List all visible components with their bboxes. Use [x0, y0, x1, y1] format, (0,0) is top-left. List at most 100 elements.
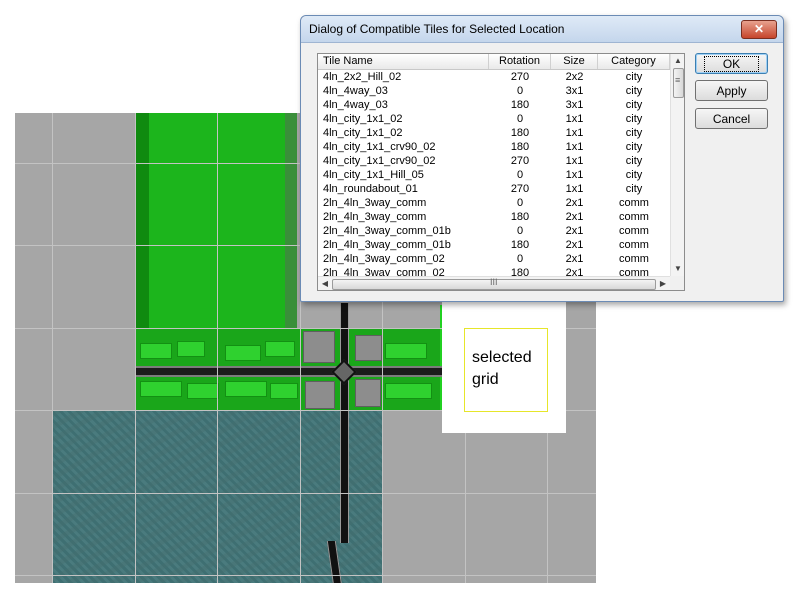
scroll-right-icon[interactable]: ▶ — [656, 277, 670, 290]
cell-size: 2x1 — [565, 211, 584, 223]
cell-rotation: 180 — [510, 141, 530, 153]
column-header-tile-name[interactable]: Tile Name — [318, 54, 489, 69]
table-row[interactable]: 4ln_2x2_Hill_02 270 2x2 city — [318, 70, 670, 84]
table-row[interactable]: 2ln_4ln_3way_comm_02 180 2x1 comm — [318, 266, 670, 276]
cell-rotation: 0 — [516, 225, 524, 237]
scroll-up-icon[interactable]: ▲ — [671, 54, 684, 68]
building — [225, 345, 261, 361]
cell-category: city — [625, 99, 643, 111]
dialog-title: Dialog of Compatible Tiles for Selected … — [309, 22, 565, 36]
vertical-scroll-thumb[interactable] — [673, 68, 684, 98]
building — [385, 343, 427, 359]
table-row[interactable]: 4ln_4way_03 180 3x1 city — [318, 98, 670, 112]
grid-line — [217, 113, 218, 583]
cancel-button[interactable]: Cancel — [695, 108, 768, 129]
cell-tile-name: 2ln_4ln_3way_comm — [323, 211, 427, 223]
building — [177, 341, 205, 357]
selected-grid-label: selected grid — [472, 349, 532, 388]
vertical-scrollbar[interactable]: ▲ ▼ — [670, 54, 684, 276]
cell-size: 3x1 — [565, 85, 584, 97]
gray-building — [355, 335, 382, 361]
cell-category: city — [625, 127, 643, 139]
grass-area-north — [135, 113, 297, 328]
cell-tile-name: 4ln_2x2_Hill_02 — [323, 71, 402, 83]
cell-category: comm — [619, 225, 649, 237]
gray-building — [355, 379, 381, 407]
cell-tile-name: 4ln_city_1x1_crv90_02 — [323, 155, 436, 167]
ok-button[interactable]: OK — [695, 53, 768, 74]
gray-building — [305, 381, 335, 409]
cell-rotation: 270 — [510, 71, 530, 83]
cell-rotation: 0 — [516, 197, 524, 209]
table-row[interactable]: 2ln_4ln_3way_comm_01b 0 2x1 comm — [318, 224, 670, 238]
cell-rotation: 270 — [510, 155, 530, 167]
building — [187, 383, 219, 399]
cell-category: city — [625, 113, 643, 125]
cell-tile-name: 2ln_4ln_3way_comm_02 — [323, 253, 445, 265]
cell-category: city — [625, 169, 643, 181]
table-row[interactable]: 2ln_4ln_3way_comm 180 2x1 comm — [318, 210, 670, 224]
cell-rotation: 180 — [510, 267, 530, 276]
table-row[interactable]: 2ln_4ln_3way_comm 0 2x1 comm — [318, 196, 670, 210]
grid-line — [15, 575, 596, 576]
cell-category: city — [625, 141, 643, 153]
horizontal-scrollbar[interactable]: ◀ III ▶ — [318, 276, 670, 290]
cell-category: comm — [619, 197, 649, 209]
scroll-grip-icon: III — [490, 277, 498, 287]
cell-tile-name: 4ln_city_1x1_02 — [323, 113, 403, 125]
cell-tile-name: 4ln_4way_03 — [323, 85, 388, 97]
cell-tile-name: 4ln_4way_03 — [323, 99, 388, 111]
cell-tile-name: 2ln_4ln_3way_comm — [323, 197, 427, 209]
cell-size: 2x1 — [565, 239, 584, 251]
ok-button-label: OK — [703, 56, 760, 72]
cell-rotation: 0 — [516, 113, 524, 125]
cell-tile-name: 4ln_city_1x1_Hill_05 — [323, 169, 424, 181]
scroll-down-icon[interactable]: ▼ — [671, 262, 684, 276]
cell-rotation: 0 — [516, 253, 524, 265]
cell-size: 1x1 — [565, 155, 584, 167]
compatible-tiles-dialog: Dialog of Compatible Tiles for Selected … — [300, 15, 784, 302]
dialog-titlebar[interactable]: Dialog of Compatible Tiles for Selected … — [301, 16, 783, 43]
table-row[interactable]: 2ln_4ln_3way_comm_02 0 2x1 comm — [318, 252, 670, 266]
building — [225, 381, 267, 397]
cell-category: comm — [619, 253, 649, 265]
table-row[interactable]: 4ln_city_1x1_crv90_02 270 1x1 city — [318, 154, 670, 168]
scroll-left-icon[interactable]: ◀ — [318, 277, 332, 290]
cell-size: 1x1 — [565, 127, 584, 139]
cell-tile-name: 4ln_roundabout_01 — [323, 183, 418, 195]
cell-tile-name: 4ln_city_1x1_crv90_02 — [323, 141, 436, 153]
column-header-size[interactable]: Size — [551, 54, 598, 69]
cell-category: city — [625, 183, 643, 195]
column-header-category[interactable]: Category — [598, 54, 670, 69]
grid-line — [135, 113, 136, 583]
cell-size: 2x1 — [565, 253, 584, 265]
list-rows: 4ln_2x2_Hill_02 270 2x2 city 4ln_4way_03 0 3x1… — [318, 70, 670, 276]
cell-category: comm — [619, 267, 649, 276]
cell-category: city — [625, 155, 643, 167]
cell-category: comm — [619, 239, 649, 251]
list-header: Tile Name Rotation Size Category — [318, 54, 670, 70]
tiles-list[interactable]: Tile Name Rotation Size Category 4ln_2x2… — [317, 53, 685, 291]
cell-tile-name: 2ln_4ln_3way_comm_02 — [323, 267, 445, 276]
cell-tile-name: 2ln_4ln_3way_comm_01b — [323, 225, 451, 237]
cell-rotation: 0 — [516, 85, 524, 97]
building — [270, 383, 298, 399]
table-row[interactable]: 4ln_city_1x1_crv90_02 180 1x1 city — [318, 140, 670, 154]
table-row[interactable]: 4ln_city_1x1_Hill_05 0 1x1 city — [318, 168, 670, 182]
table-row[interactable]: 2ln_4ln_3way_comm_01b 180 2x1 comm — [318, 238, 670, 252]
apply-button[interactable]: Apply — [695, 80, 768, 101]
table-row[interactable]: 4ln_city_1x1_02 0 1x1 city — [318, 112, 670, 126]
table-row[interactable]: 4ln_roundabout_01 270 1x1 city — [318, 182, 670, 196]
close-button[interactable]: ✕ — [741, 20, 777, 39]
horizontal-scroll-thumb[interactable]: III — [332, 277, 656, 290]
table-row[interactable]: 4ln_4way_03 0 3x1 city — [318, 84, 670, 98]
building — [385, 383, 432, 399]
cell-size: 3x1 — [565, 99, 584, 111]
table-row[interactable]: 4ln_city_1x1_02 180 1x1 city — [318, 126, 670, 140]
cell-rotation: 180 — [510, 127, 530, 139]
gray-building — [303, 331, 335, 363]
building — [265, 341, 295, 357]
close-icon: ✕ — [753, 22, 765, 36]
cell-tile-name: 4ln_city_1x1_02 — [323, 127, 403, 139]
column-header-rotation[interactable]: Rotation — [489, 54, 551, 69]
